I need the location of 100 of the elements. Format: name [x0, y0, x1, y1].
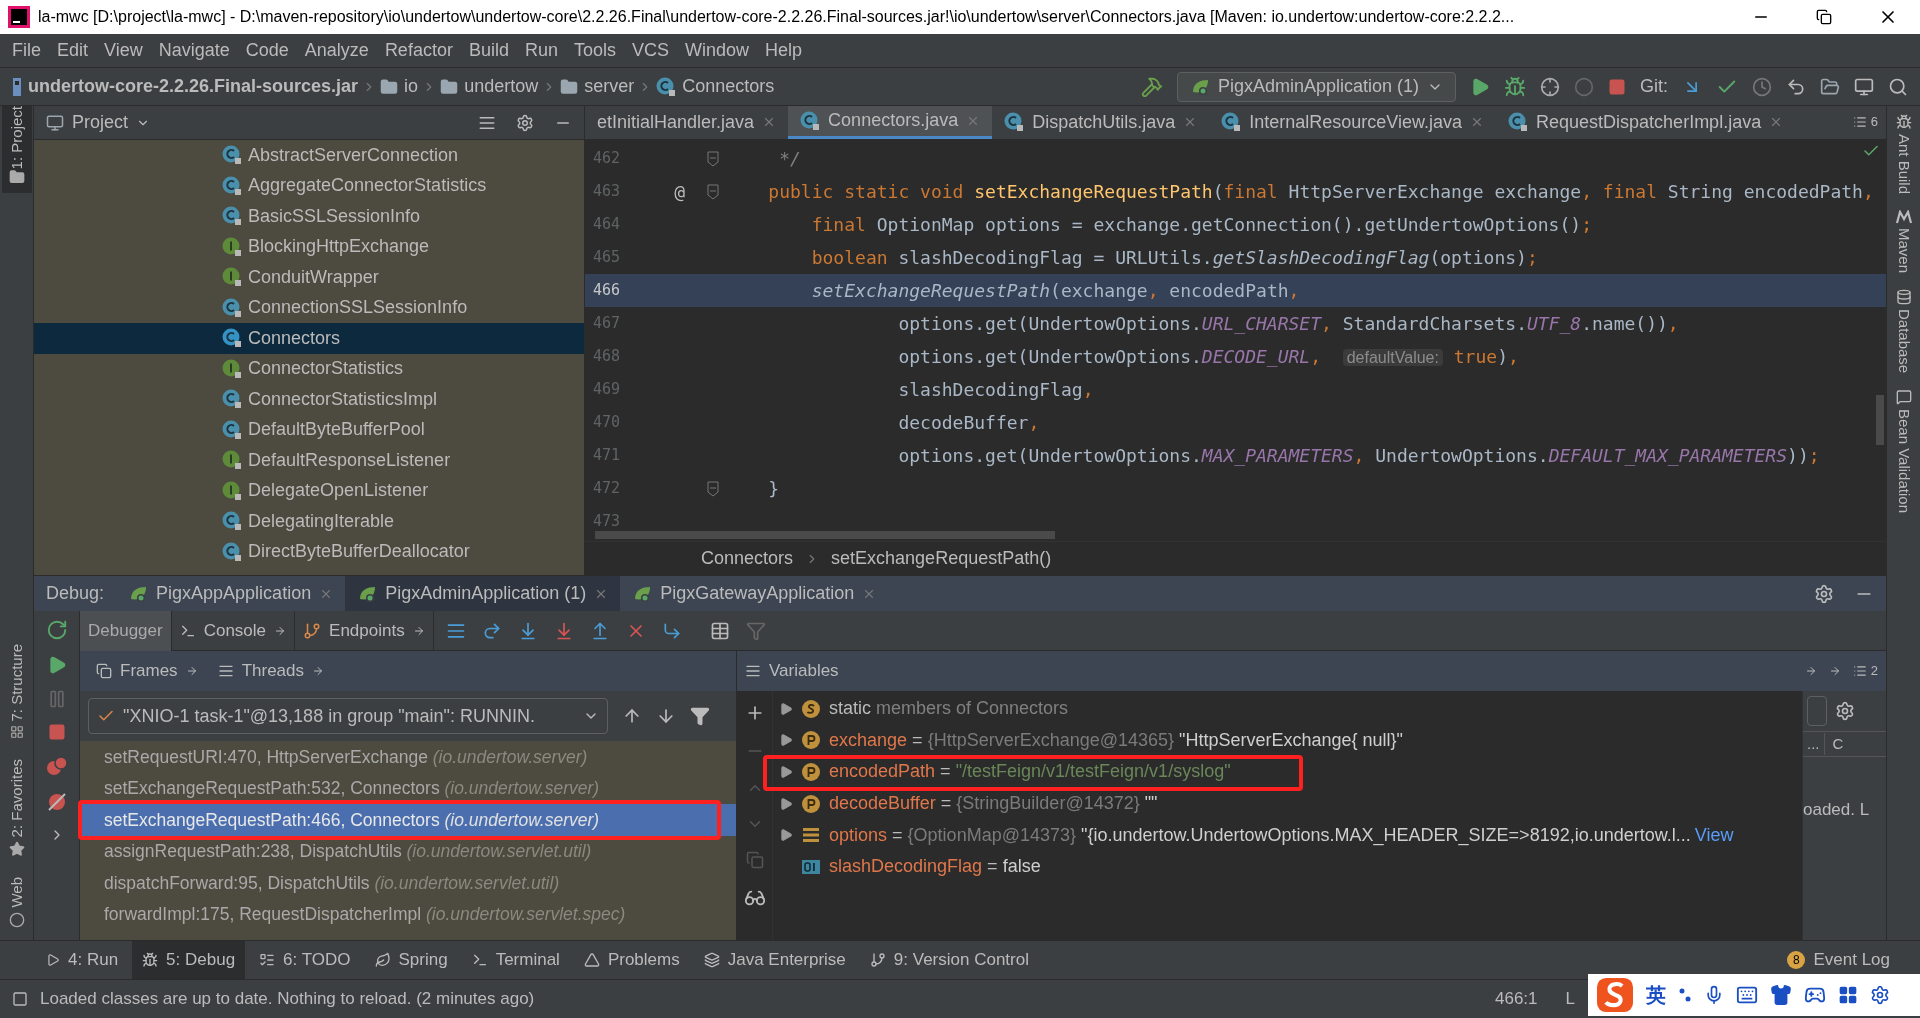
- tool-window-button[interactable]: Problems: [573, 941, 690, 979]
- stack-frame[interactable]: dispatchForward:95, DispatchUtils (io.undertow.servlet.util): [80, 867, 736, 899]
- layout-button[interactable]: 2: [1852, 661, 1878, 681]
- punctuation-icon[interactable]: [1678, 986, 1692, 1004]
- event-log-button[interactable]: 8 Event Log: [1787, 947, 1890, 973]
- menu-item[interactable]: Analyze: [296, 37, 377, 64]
- tool-window-tab[interactable]: Ant Build: [1888, 134, 1919, 195]
- debugger-tab[interactable]: Endpoints: [295, 610, 434, 651]
- variable-entry[interactable]: slashDecodingFlag = false: [829, 853, 1041, 881]
- breadcrumb[interactable]: server: [560, 73, 635, 100]
- debug-session-tab[interactable]: PigxAppApplication: [116, 576, 346, 611]
- thread-dropdown[interactable]: "XNIO-1 task-1"@13,188 in group "main": RUNNIN.: [88, 698, 608, 734]
- menu-item[interactable]: Code: [237, 37, 297, 64]
- microphone-icon[interactable]: [1704, 985, 1724, 1005]
- breadcrumb[interactable]: undertow-core-2.2.26.Final-sources.jar: [12, 73, 359, 100]
- expand-arrow-icon[interactable]: [779, 733, 793, 748]
- tool-window-tab[interactable]: 2: Favorites: [1, 759, 32, 838]
- tree-item[interactable]: BlockingHttpExchange: [34, 231, 584, 262]
- tab-list-button[interactable]: 6: [1844, 106, 1886, 139]
- settings-icon[interactable]: [1814, 583, 1834, 604]
- breadcrumb[interactable]: Connectors: [701, 545, 794, 572]
- vertical-scrollbar[interactable]: [1876, 395, 1884, 445]
- expand-arrow-icon[interactable]: [779, 828, 793, 843]
- undo-icon[interactable]: [1786, 76, 1806, 97]
- restore-icon[interactable]: [1816, 9, 1832, 25]
- tool-window-tab[interactable]: Database: [1888, 309, 1919, 374]
- tree-item[interactable]: ConduitWrapper: [34, 262, 584, 293]
- input-method-logo-icon[interactable]: [1596, 977, 1634, 1013]
- variable-entry[interactable]: encodedPath = "/testFeign/v1/testFeign/v1/syslog": [829, 758, 1231, 786]
- menu-item[interactable]: File: [4, 37, 49, 64]
- copy-icon[interactable]: [745, 851, 764, 869]
- tree-item[interactable]: DelegatingIterable: [34, 506, 584, 537]
- menu-item[interactable]: Help: [757, 37, 811, 64]
- menu-item[interactable]: Run: [516, 37, 566, 64]
- settings-icon[interactable]: [1835, 701, 1855, 721]
- tree-item[interactable]: ConnectionSSLSessionInfo: [34, 292, 584, 323]
- horizontal-scrollbar[interactable]: [595, 531, 1055, 539]
- tree-item[interactable]: AggregateConnectorStatistics: [34, 170, 584, 201]
- stop-icon[interactable]: [1608, 77, 1626, 96]
- tree-item[interactable]: DelegateOpenListener: [34, 475, 584, 506]
- search-icon[interactable]: [1888, 76, 1908, 97]
- debugger-tab[interactable]: Debugger: [80, 610, 172, 651]
- grid-icon[interactable]: [1838, 985, 1858, 1005]
- tool-window-tab[interactable]: Maven: [1888, 228, 1919, 274]
- tool-window-tab[interactable]: Bean Validation: [1888, 409, 1919, 514]
- run-configuration-dropdown[interactable]: PigxAdminApplication (1): [1176, 71, 1456, 102]
- view-link[interactable]: View: [1694, 821, 1734, 849]
- expand-arrow-icon[interactable]: [779, 796, 793, 811]
- tree-item[interactable]: DefaultResponseListener: [34, 445, 584, 476]
- tool-window-button[interactable]: Java Enterprise: [693, 941, 856, 979]
- menu-item[interactable]: Edit: [49, 37, 97, 64]
- keyboard-icon[interactable]: [1736, 984, 1758, 1006]
- expand-arrow-icon[interactable]: [779, 765, 793, 779]
- tool-window-button[interactable]: 6: TODO: [249, 941, 361, 979]
- language-toggle[interactable]: 英: [1646, 980, 1666, 1010]
- table-icon[interactable]: [709, 620, 730, 641]
- tree-item[interactable]: ConnectorStatistics: [34, 353, 584, 384]
- tool-window-button[interactable]: 5: Debug: [132, 941, 246, 979]
- breadcrumb[interactable]: undertow: [440, 73, 539, 100]
- pin-arrow-icon[interactable]: [1828, 665, 1841, 677]
- tool-window-button[interactable]: Spring: [364, 941, 458, 979]
- toggle-field[interactable]: [1807, 696, 1827, 726]
- editor-tab[interactable]: RequestDispatcherImpl.java: [1496, 106, 1796, 139]
- tool-window-tab[interactable]: 7: Structure: [1, 643, 32, 722]
- tree-item[interactable]: DefaultByteBufferPool: [34, 414, 584, 445]
- stack-frame[interactable]: setExchangeRequestPath:466, Connectors (io.undertow.server): [80, 804, 736, 836]
- bug-icon[interactable]: [1504, 75, 1526, 98]
- breadcrumb[interactable]: Connectors: [656, 73, 775, 100]
- expand-arrow-icon[interactable]: [779, 701, 793, 716]
- breadcrumb[interactable]: setExchangeRequestPath(): [831, 545, 1052, 572]
- pin-arrow-icon[interactable]: [1804, 665, 1817, 677]
- editor-tab[interactable]: Connectors.java: [788, 106, 993, 139]
- shirt-icon[interactable]: [1770, 984, 1792, 1006]
- variable-entry[interactable]: decodeBuffer = {StringBuilder@14372} "": [829, 790, 1158, 818]
- menu-item[interactable]: VCS: [624, 37, 677, 64]
- monitor-icon[interactable]: [1854, 76, 1874, 97]
- tool-window-button[interactable]: Terminal: [461, 941, 570, 979]
- stack-frame[interactable]: setExchangeRequestPath:532, Connectors (io.undertow.server): [80, 772, 736, 804]
- variable-entry[interactable]: options = {OptionMap@14373} "{io.undertow.UndertowOptions.MAX_HEADER_SIZE=>8192,io.undertow.l...: [829, 821, 1691, 849]
- column-header[interactable]: ...: [1803, 732, 1825, 756]
- debugger-tab[interactable]: Console: [171, 610, 296, 651]
- filter-icon[interactable]: [690, 706, 710, 726]
- rerun-icon[interactable]: [45, 619, 68, 641]
- caret-position[interactable]: 466:1: [1495, 986, 1538, 1012]
- tree-item[interactable]: AbstractServerConnection: [34, 140, 584, 171]
- menu-item[interactable]: Refactor: [376, 37, 461, 64]
- hammer-icon[interactable]: [1140, 75, 1163, 98]
- tool-window-tab[interactable]: Web: [1, 877, 32, 908]
- column-header[interactable]: C: [1824, 732, 1852, 756]
- frames-tab[interactable]: Threads: [209, 658, 332, 684]
- fold-icon[interactable]: [707, 480, 719, 497]
- stack-frame[interactable]: forwardImpl:175, RequestDispatcherImpl (io.undertow.servlet.spec): [80, 898, 736, 930]
- variable-entry[interactable]: exchange = {HttpServerExchange@14365} "HttpServerExchange{ null}": [829, 726, 1403, 754]
- stop-icon[interactable]: [47, 723, 66, 741]
- editor-tab[interactable]: DispatchUtils.java: [992, 106, 1210, 139]
- editor-tab[interactable]: etInitialHandler.java: [585, 106, 789, 139]
- debug-session-tab[interactable]: PigxGatewayApplication: [620, 576, 889, 611]
- breadcrumb[interactable]: io: [380, 73, 419, 100]
- editor-tab[interactable]: InternalResourceView.java: [1209, 106, 1497, 139]
- menu-item[interactable]: Window: [677, 37, 758, 64]
